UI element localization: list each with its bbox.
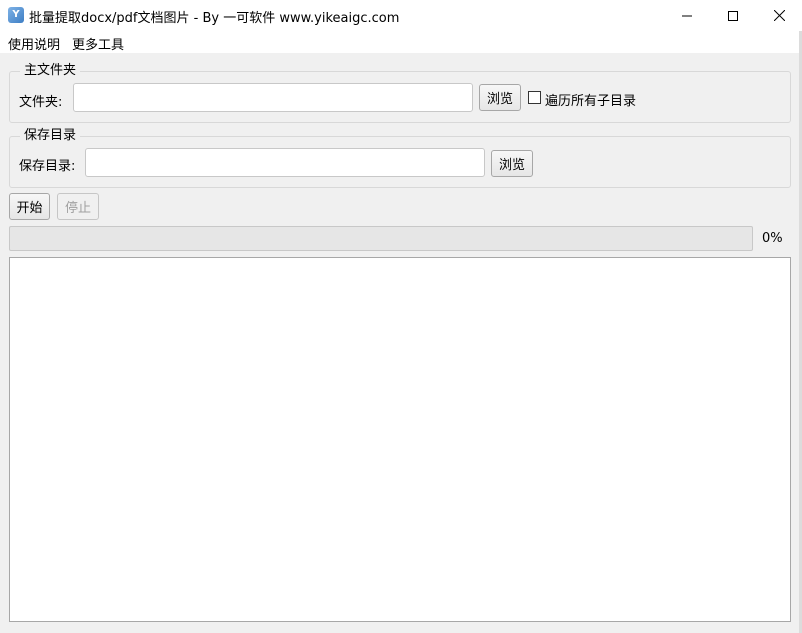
maximize-icon bbox=[728, 10, 738, 21]
save-directory-group: 保存目录 保存目录: 浏览 bbox=[9, 128, 791, 188]
minimize-icon bbox=[682, 15, 692, 16]
source-folder-label: 文件夹: bbox=[19, 95, 63, 110]
stop-button[interactable]: 停止 bbox=[57, 193, 99, 220]
save-directory-input[interactable] bbox=[85, 148, 485, 177]
source-folder-input[interactable] bbox=[73, 83, 473, 112]
source-browse-button[interactable]: 浏览 bbox=[479, 84, 521, 111]
minimize-button[interactable] bbox=[664, 0, 710, 31]
save-directory-legend: 保存目录 bbox=[20, 128, 81, 144]
source-folder-group: 主文件夹 文件夹: 浏览 遍历所有子目录 bbox=[9, 63, 791, 123]
log-output[interactable] bbox=[9, 257, 791, 622]
recursive-checkbox[interactable] bbox=[528, 91, 541, 104]
close-button[interactable] bbox=[756, 0, 802, 31]
save-browse-button[interactable]: 浏览 bbox=[491, 150, 533, 177]
progress-bar bbox=[9, 226, 753, 251]
source-folder-legend: 主文件夹 bbox=[20, 63, 81, 79]
close-icon bbox=[773, 10, 785, 21]
start-button[interactable]: 开始 bbox=[9, 193, 50, 220]
menu-bar: 使用说明 更多工具 bbox=[0, 31, 802, 53]
title-bar: Y 批量提取docx/pdf文档图片 - By 一可软件 www.yikeaig… bbox=[0, 0, 802, 31]
maximize-button[interactable] bbox=[710, 0, 756, 31]
progress-percent: 0% bbox=[762, 231, 783, 246]
save-directory-label: 保存目录: bbox=[19, 159, 76, 174]
window-title: 批量提取docx/pdf文档图片 - By 一可软件 www.yikeaigc.… bbox=[29, 11, 400, 26]
recursive-checkbox-label[interactable]: 遍历所有子目录 bbox=[545, 90, 636, 109]
menu-item-instructions[interactable]: 使用说明 bbox=[8, 34, 60, 53]
menu-item-more-tools[interactable]: 更多工具 bbox=[72, 34, 124, 53]
app-logo-icon: Y bbox=[8, 7, 24, 23]
